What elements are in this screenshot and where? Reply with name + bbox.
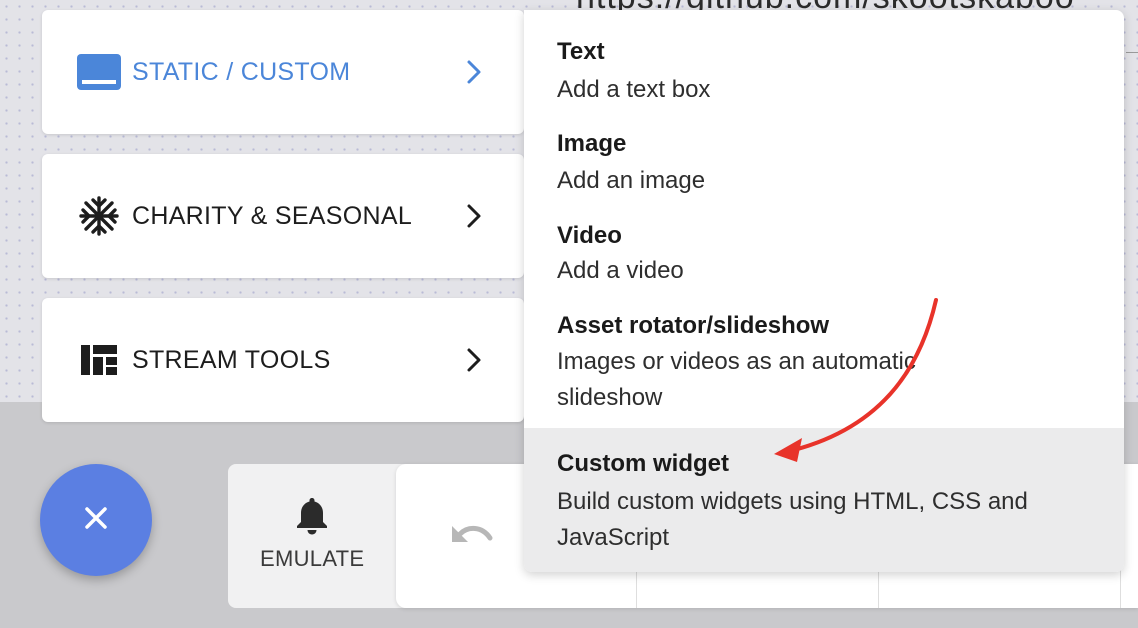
close-button[interactable] [40,464,152,576]
bell-icon[interactable] [294,496,330,536]
item-title: Text [557,38,605,65]
item-title: Video [557,222,622,249]
widget-type-dropdown: Text Add a text box Image Add an image V… [524,10,1124,572]
emulate-button[interactable]: EMULATE [260,546,364,572]
dropdown-item-video[interactable]: Video Add a video [524,198,1124,290]
dropdown-item-text[interactable]: Text Add a text box [524,10,1124,106]
item-description: Images or videos as an automatic slidesh… [557,348,916,411]
canvas-guide-line [1126,52,1138,53]
item-title: Asset rotator/slideshow [557,312,830,339]
chevron-right-icon [464,202,484,230]
dropdown-item-image[interactable]: Image Add an image [524,106,1124,198]
category-label: STATIC / CUSTOM [132,57,351,86]
close-icon [84,506,108,535]
toolbar-divider [1120,570,1121,608]
item-title: Image [557,130,627,157]
category-stream-tools[interactable]: STREAM TOOLS [42,298,524,422]
chevron-right-icon [464,346,484,374]
category-charity-seasonal[interactable]: CHARITY & SEASONAL [42,154,524,278]
snowflake-icon [76,196,122,236]
toolbar-divider [878,570,879,608]
layout-grid-icon [76,340,122,380]
item-description: Build custom widgets using HTML, CSS and… [557,488,1028,551]
toolbar-divider [636,570,637,608]
screen-icon [76,52,122,92]
dropdown-item-custom-widget[interactable]: Custom widget Build custom widgets using… [524,428,1124,572]
item-description: Add a text box [557,76,711,103]
item-description: Add a video [557,257,684,284]
category-label: STREAM TOOLS [132,345,331,374]
chevron-right-icon [464,58,484,86]
item-description: Add an image [557,167,706,194]
item-title: Custom widget [557,450,729,477]
category-label: CHARITY & SEASONAL [132,201,413,230]
category-static-custom[interactable]: STATIC / CUSTOM [42,10,524,134]
dropdown-item-asset-rotator[interactable]: Asset rotator/slideshow Images or videos… [524,290,1124,428]
undo-icon[interactable] [448,520,496,554]
